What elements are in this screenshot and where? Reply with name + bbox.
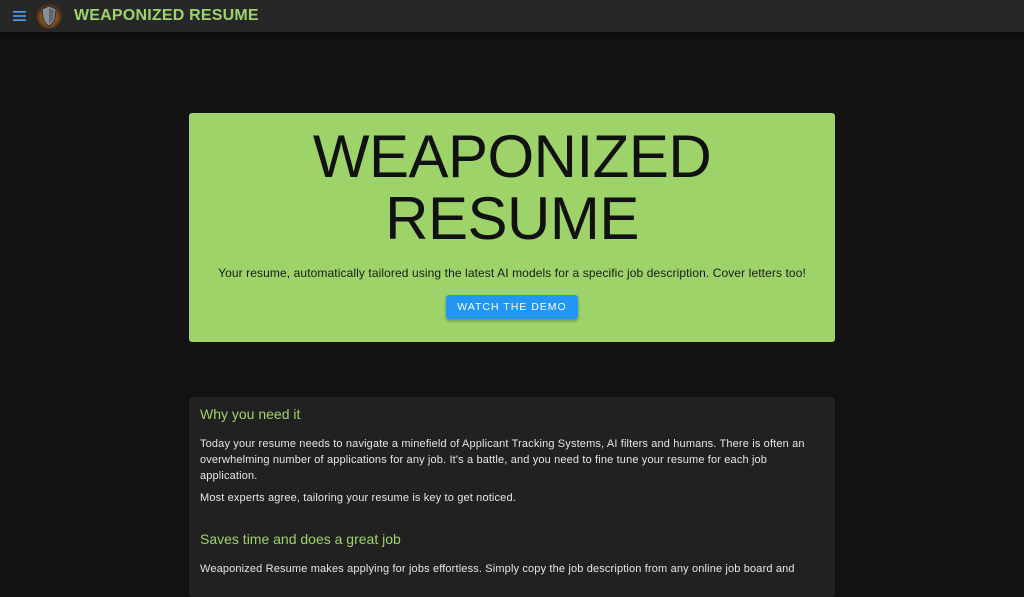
hero-title-line-1: WEAPONIZED [312, 123, 712, 190]
why-paragraph-2: Most experts agree, tailoring your resum… [200, 492, 516, 504]
brand-title[interactable]: WEAPONIZED RESUME [74, 7, 259, 25]
why-paragraph-1: Today your resume needs to navigate a mi… [200, 438, 805, 482]
menu-button[interactable] [9, 6, 29, 26]
saves-time-heading: Saves time and does a great job [200, 531, 401, 547]
info-card: Why you need it Today your resume needs … [189, 397, 835, 597]
app-bar: WEAPONIZED RESUME [0, 0, 1024, 32]
shield-logo-icon [36, 3, 62, 29]
hero-banner: WEAPONIZED RESUME Your resume, automatic… [189, 113, 835, 342]
watch-demo-button[interactable]: WATCH THE DEMO [446, 295, 578, 319]
hero-subtitle: Your resume, automatically tailored usin… [218, 266, 806, 280]
hamburger-menu-icon [12, 11, 26, 21]
hero-title-line-2: RESUME [385, 185, 639, 252]
saves-time-paragraph: Weaponized Resume makes applying for job… [200, 563, 795, 575]
hero-title: WEAPONIZED RESUME [189, 126, 835, 250]
why-heading: Why you need it [200, 406, 301, 422]
